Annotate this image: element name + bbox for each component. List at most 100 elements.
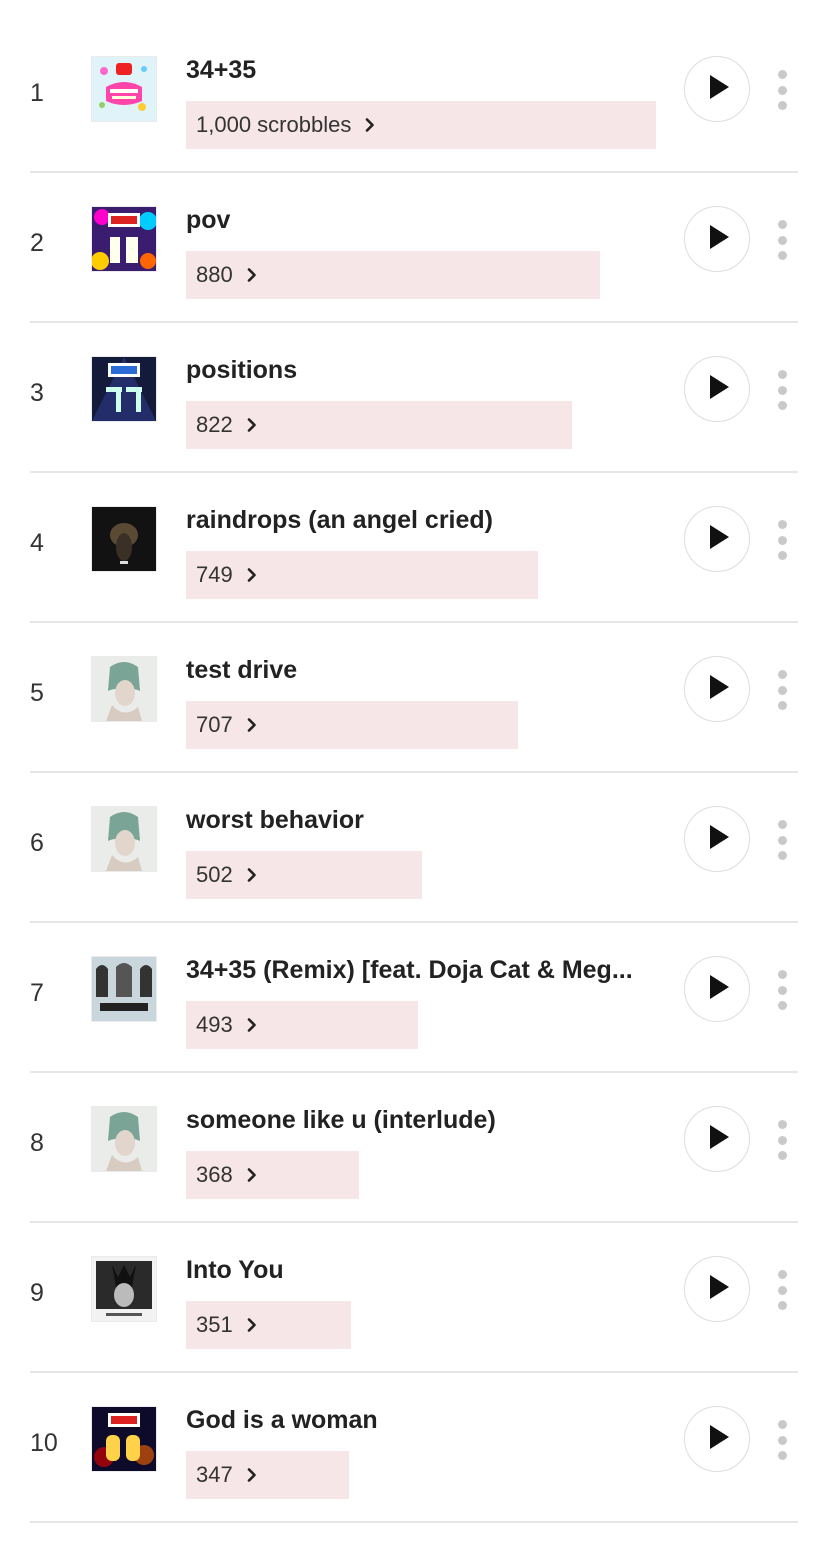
more-vertical-icon[interactable] (774, 220, 790, 260)
more-dot (777, 385, 787, 395)
scrobble-count-bar[interactable]: 368 (186, 1151, 359, 1199)
more-dot (777, 1120, 787, 1129)
more-vertical-icon[interactable] (774, 1270, 790, 1310)
scrobble-count-bar[interactable]: 1,000 scrobbles (186, 101, 656, 149)
track-title-link[interactable]: someone like u (interlude) (186, 1106, 656, 1135)
play-icon (707, 674, 731, 705)
track-row[interactable]: 2 pov 880 (30, 173, 798, 323)
track-title-link[interactable]: 34+35 (186, 56, 656, 85)
more-dot (777, 1285, 787, 1295)
chevron-right-icon (245, 1018, 259, 1032)
play-icon (707, 74, 731, 105)
scrobble-count-bar[interactable]: 502 (186, 851, 422, 899)
more-dot (777, 1451, 787, 1460)
play-icon (707, 1274, 731, 1305)
album-cover[interactable] (92, 207, 156, 271)
track-title-link[interactable]: pov (186, 206, 656, 235)
album-cover[interactable] (92, 357, 156, 421)
track-title-link[interactable]: positions (186, 356, 656, 385)
track-rank: 1 (30, 79, 44, 107)
more-dot (777, 1270, 787, 1279)
more-dot (777, 835, 787, 845)
more-dot (777, 220, 787, 229)
play-button[interactable] (684, 206, 750, 272)
play-button[interactable] (684, 1406, 750, 1472)
track-row[interactable]: 6 worst behavior 502 (30, 773, 798, 923)
more-dot (777, 1301, 787, 1310)
album-cover[interactable] (92, 807, 156, 871)
play-button[interactable] (684, 56, 750, 122)
play-button[interactable] (684, 806, 750, 872)
scrobble-count-label: 368 (196, 1162, 233, 1187)
track-title-link[interactable]: test drive (186, 656, 656, 685)
more-dot (777, 1135, 787, 1145)
play-icon (707, 1124, 731, 1155)
more-vertical-icon[interactable] (774, 70, 790, 110)
track-rank: 8 (30, 1129, 44, 1157)
scrobble-count-label: 351 (196, 1312, 233, 1337)
track-row[interactable]: 4 raindrops (an angel cried) 749 (30, 473, 798, 623)
scrobble-count-label: 822 (196, 412, 233, 437)
track-title-link[interactable]: worst behavior (186, 806, 656, 835)
track-row[interactable]: 1 34+35 1,000 scrobbles (30, 23, 798, 173)
track-row[interactable]: 9 Into You 351 (30, 1223, 798, 1373)
album-cover[interactable] (92, 1407, 156, 1471)
album-cover[interactable] (92, 57, 156, 121)
album-cover[interactable] (92, 507, 156, 571)
scrobble-count-label: 347 (196, 1462, 233, 1487)
more-vertical-icon[interactable] (774, 370, 790, 410)
more-vertical-icon[interactable] (774, 520, 790, 560)
scrobble-count-bar[interactable]: 822 (186, 401, 572, 449)
play-icon (707, 524, 731, 555)
track-rank: 4 (30, 529, 44, 557)
scrobble-count-label: 1,000 scrobbles (196, 112, 352, 137)
track-row[interactable]: 7 34+35 (Remix) [feat. Doja Cat & Meg... 4… (30, 923, 798, 1073)
more-vertical-icon[interactable] (774, 670, 790, 710)
play-button[interactable] (684, 506, 750, 572)
play-button[interactable] (684, 656, 750, 722)
track-row[interactable]: 5 test drive 707 (30, 623, 798, 773)
more-dot (777, 251, 787, 260)
scrobble-count-bar[interactable]: 707 (186, 701, 518, 749)
play-icon (707, 1424, 731, 1455)
track-title-link[interactable]: God is a woman (186, 1406, 656, 1435)
album-cover[interactable] (92, 1107, 156, 1171)
play-button[interactable] (684, 1106, 750, 1172)
chevron-right-icon (245, 868, 259, 882)
more-dot (777, 551, 787, 560)
play-button[interactable] (684, 1256, 750, 1322)
more-vertical-icon[interactable] (774, 1120, 790, 1160)
album-cover[interactable] (92, 1257, 156, 1321)
track-rank: 5 (30, 679, 44, 707)
more-dot (777, 401, 787, 410)
scrobble-count-label: 502 (196, 862, 233, 887)
scrobble-count-bar[interactable]: 347 (186, 1451, 349, 1499)
more-dot (777, 701, 787, 710)
track-row[interactable]: 10 God is a woman 347 (30, 1373, 798, 1523)
more-dot (777, 970, 787, 979)
more-vertical-icon[interactable] (774, 1420, 790, 1460)
chevron-right-icon (245, 568, 259, 582)
track-row[interactable]: 8 someone like u (interlude) 368 (30, 1073, 798, 1223)
more-dot (777, 685, 787, 695)
track-title-link[interactable]: 34+35 (Remix) [feat. Doja Cat & Meg... (186, 956, 656, 985)
chevron-right-icon (245, 268, 259, 282)
scrobble-count-bar[interactable]: 493 (186, 1001, 418, 1049)
scrobble-count-bar[interactable]: 351 (186, 1301, 351, 1349)
more-vertical-icon[interactable] (774, 970, 790, 1010)
chevron-right-icon (245, 1168, 259, 1182)
scrobble-count-bar[interactable]: 749 (186, 551, 538, 599)
scrobble-count-bar[interactable]: 880 (186, 251, 600, 299)
track-row[interactable]: 3 positions 822 (30, 323, 798, 473)
track-rank: 6 (30, 829, 44, 857)
play-button[interactable] (684, 956, 750, 1022)
play-icon (707, 974, 731, 1005)
more-dot (777, 535, 787, 545)
track-title-link[interactable]: raindrops (an angel cried) (186, 506, 656, 535)
track-title-link[interactable]: Into You (186, 1256, 656, 1285)
more-dot (777, 1001, 787, 1010)
more-vertical-icon[interactable] (774, 820, 790, 860)
play-button[interactable] (684, 356, 750, 422)
album-cover[interactable] (92, 657, 156, 721)
album-cover[interactable] (92, 957, 156, 1021)
